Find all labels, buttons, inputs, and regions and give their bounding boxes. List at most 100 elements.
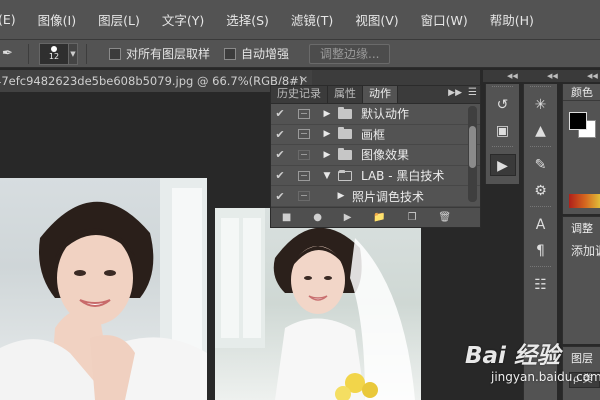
scrollbar-thumb[interactable] — [469, 126, 476, 168]
dialog-toggle-icon[interactable] — [298, 170, 310, 181]
refine-edge-button[interactable]: 调整边缘... — [309, 43, 391, 64]
action-label: LAB - 黑白技术 — [361, 169, 445, 184]
action-set-row[interactable]: ✔ ▼ LAB - 黑白技术 — [271, 166, 480, 187]
menu-filter[interactable]: 滤镜(T) — [291, 10, 333, 29]
photo-left — [0, 178, 207, 400]
brush-size-value: 12 — [48, 52, 60, 61]
folder-icon — [338, 106, 352, 119]
collapsed-panel-strip: ↺ ▣ ▶ — [485, 84, 519, 184]
folder-open-icon — [338, 169, 352, 181]
action-set-row[interactable]: ✔ ▶ 默认动作 — [271, 104, 480, 125]
trash-icon[interactable]: 🗑 — [438, 212, 451, 223]
dialog-toggle-icon[interactable] — [298, 129, 310, 140]
collapse-icon[interactable]: ◀◀ — [587, 70, 598, 82]
checkmark-icon[interactable]: ✔ — [271, 107, 289, 120]
foreground-color-swatch[interactable] — [569, 112, 587, 130]
dialog-toggle-icon[interactable] — [298, 108, 310, 119]
menu-view[interactable]: 视图(V) — [355, 10, 398, 29]
folder-icon — [338, 147, 352, 160]
sample-all-layers-checkbox[interactable] — [109, 47, 121, 60]
expand-triangle-icon[interactable]: ▶ — [320, 109, 334, 119]
menu-edit[interactable]: (E) — [0, 12, 16, 27]
brush-presets-icon[interactable]: ✎ — [528, 154, 554, 176]
record-icon[interactable]: ● — [313, 212, 322, 223]
grip-handle[interactable] — [530, 86, 551, 90]
add-adjustment-label: 添加调 — [571, 244, 600, 258]
folder-icon — [338, 127, 352, 140]
checkmark-icon[interactable]: ✔ — [271, 169, 289, 182]
action-label: 照片调色技术 — [352, 189, 425, 204]
dialog-toggle-icon[interactable] — [298, 149, 310, 160]
panel-dock-header: ◀◀ ◀◀ ◀◀ — [483, 70, 600, 82]
menu-layer[interactable]: 图层(L) — [98, 10, 140, 29]
options-bar: ✒ 12 ▼ 对所有图层取样 自动增强 调整边缘... — [0, 40, 600, 68]
tool-presets-icon[interactable]: ☷ — [528, 274, 554, 296]
checkmark-icon[interactable]: ✔ — [271, 148, 289, 161]
action-row[interactable]: ✔ ▶ 照片调色技术 — [271, 186, 480, 207]
tab-properties[interactable]: 属性 — [328, 86, 363, 103]
collapse-icon[interactable]: ◀◀ — [547, 70, 558, 82]
sample-all-layers-label: 对所有图层取样 — [126, 47, 211, 61]
portrait-left-image — [0, 178, 207, 400]
expand-triangle-icon[interactable]: ▶ — [334, 191, 348, 201]
menu-select[interactable]: 选择(S) — [226, 10, 269, 29]
action-label: 图像效果 — [361, 148, 410, 163]
tab-history[interactable]: 历史记录 — [271, 86, 328, 103]
history-icon[interactable]: ↺ — [490, 94, 516, 116]
photoshop-window: (E) 图像(I) 图层(L) 文字(Y) 选择(S) 滤镜(T) 视图(V) … — [0, 0, 600, 400]
auto-enhance-checkbox[interactable] — [224, 47, 237, 60]
actions-panel-footer: ■ ● ▶ 📁 ❐ 🗑 — [271, 207, 480, 227]
tab-adjustments[interactable]: 调整 — [563, 217, 600, 236]
document-tab[interactable]: 47efc9482623de5be608b5079.jpg @ 66.7%(RG… — [0, 70, 312, 92]
layer-filter-kind[interactable]: ρ 类 — [569, 372, 600, 388]
collapse-icon[interactable]: ◀◀ — [507, 70, 518, 82]
actions-panel: 历史记录 属性 动作 ▶▶ ☰ ✔ ▶ 默认动作 ✔ ▶ 画框 ✔ ▶ 图像效果… — [270, 85, 481, 228]
menu-type[interactable]: 文字(Y) — [162, 10, 204, 29]
expand-panel-icon[interactable]: ▶▶ — [448, 88, 462, 98]
checkmark-icon[interactable]: ✔ — [271, 128, 289, 141]
grip-handle[interactable] — [492, 86, 513, 90]
play-icon[interactable]: ▶ — [344, 212, 352, 223]
navigator-icon[interactable]: ✳ — [528, 94, 554, 116]
chevron-down-icon[interactable]: ▼ — [69, 42, 78, 65]
checkmark-icon[interactable]: ✔ — [271, 190, 289, 203]
new-action-icon[interactable]: ❐ — [408, 212, 417, 223]
actions-play-icon[interactable]: ▶ — [489, 154, 516, 176]
clone-source-icon[interactable]: ⚙ — [528, 180, 554, 202]
adjustments-panel: 调整 添加调 — [562, 216, 600, 344]
actions-scrollbar[interactable] — [468, 106, 477, 202]
paragraph-icon[interactable]: ¶ — [528, 240, 554, 262]
grip-handle[interactable] — [530, 146, 551, 150]
panel-menu-icon[interactable]: ☰ — [468, 87, 477, 98]
new-set-folder-icon[interactable]: 📁 — [373, 212, 385, 223]
dialog-toggle-icon[interactable] — [298, 191, 310, 202]
tab-color[interactable]: 颜色 — [563, 84, 600, 101]
properties-icon[interactable]: ▣ — [490, 120, 516, 142]
grip-handle[interactable] — [492, 146, 513, 150]
character-icon[interactable]: A — [528, 214, 554, 236]
tab-actions[interactable]: 动作 — [363, 86, 398, 103]
grip-handle[interactable] — [530, 206, 551, 210]
menu-help[interactable]: 帮助(H) — [490, 10, 534, 29]
quick-selection-tool-icon[interactable]: ✒ — [2, 45, 20, 63]
expand-triangle-icon[interactable]: ▶ — [320, 150, 334, 160]
tab-layers[interactable]: 图层 — [563, 347, 600, 366]
expand-triangle-icon[interactable]: ▶ — [320, 129, 334, 139]
color-panel: 颜色 — [562, 84, 600, 214]
panel-tab-bar: 历史记录 属性 动作 ▶▶ ☰ — [271, 86, 480, 104]
action-set-row[interactable]: ✔ ▶ 图像效果 — [271, 145, 480, 166]
menu-image[interactable]: 图像(I) — [38, 10, 76, 29]
toolbar-divider — [28, 43, 29, 64]
action-set-row[interactable]: ✔ ▶ 画框 — [271, 125, 480, 146]
color-spectrum-bar[interactable] — [569, 194, 600, 208]
collapse-triangle-icon[interactable]: ▼ — [320, 171, 334, 181]
stop-icon[interactable]: ■ — [282, 212, 291, 223]
menu-window[interactable]: 窗口(W) — [421, 10, 468, 29]
document-tab-title: 47efc9482623de5be608b5079.jpg @ 66.7%(RG… — [0, 74, 304, 88]
grip-handle[interactable] — [530, 266, 551, 270]
histogram-icon[interactable]: ▲ — [528, 120, 554, 142]
collapsed-panel-strip: ✳ ▲ ✎ ⚙ A ¶ ☷ — [523, 84, 557, 400]
brush-preset-picker[interactable]: 12 — [39, 42, 69, 65]
menu-bar: (E) 图像(I) 图层(L) 文字(Y) 选择(S) 滤镜(T) 视图(V) … — [0, 0, 600, 40]
toolbar-divider — [86, 43, 87, 64]
